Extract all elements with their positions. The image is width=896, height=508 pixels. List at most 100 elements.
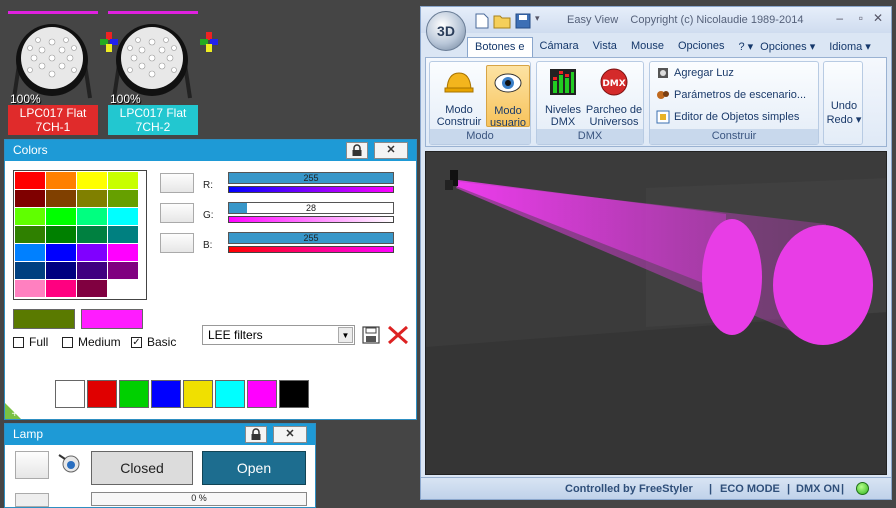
editor-objetos-button[interactable]: Editor de Objetos simples [656,110,799,124]
color-swatch[interactable] [15,190,45,207]
basic-color-swatch[interactable] [183,380,213,408]
lamp-button[interactable] [15,451,49,479]
tab-botones[interactable]: Botones e [467,37,533,57]
medium-checkbox[interactable]: Medium [62,335,121,349]
color-swatch[interactable] [46,172,76,189]
color-swatch[interactable] [46,190,76,207]
filter-select-value: LEE filters [208,328,263,342]
modo-usuario-button[interactable]: Modo usuario [486,65,530,129]
qat-dropdown-icon[interactable]: ▾ [535,13,545,29]
lamp-closed-button[interactable]: Closed [91,451,193,485]
new-file-icon[interactable] [475,13,489,29]
color-swatch[interactable] [108,226,138,243]
color-swatch[interactable] [108,172,138,189]
color-swatch[interactable] [77,280,107,297]
lamp-open-button[interactable]: Open [202,451,306,485]
color-swatch[interactable] [15,244,45,261]
window-title: Easy View Copyright (c) Nicolaudie 1989-… [567,14,803,26]
svg-text:DMX: DMX [602,79,625,89]
basic-color-swatch[interactable] [215,380,245,408]
niveles-dmx-button[interactable]: Niveles DMX [541,65,585,128]
color-swatch[interactable] [15,208,45,225]
redo-button[interactable]: Redo ▾ [824,113,864,126]
maximize-button[interactable]: ▫ [859,11,863,25]
tab-help[interactable]: ? ▾ [731,37,753,57]
group-label: DMX [537,129,643,144]
group-modo: Modo Construir Modo usuario Modo [429,61,531,145]
color-swatch[interactable] [46,208,76,225]
open-folder-icon[interactable] [493,13,511,29]
color-swatch[interactable] [46,226,76,243]
save-icon[interactable] [362,326,380,344]
blue-slider[interactable]: 255 [228,232,394,244]
color-swatch[interactable] [108,208,138,225]
color-swatch[interactable] [108,262,138,279]
color-swatch[interactable] [108,280,138,297]
basic-color-swatch[interactable] [151,380,181,408]
tab-camara[interactable]: Cámara [533,37,586,57]
red-channel-button[interactable] [160,173,194,193]
basic-color-swatch[interactable] [279,380,309,408]
status-controller: Controlled by FreeStyler [565,483,693,495]
filter-select[interactable]: LEE filters ▼ [202,325,355,345]
light-spot-2 [773,225,873,345]
tab-idioma[interactable]: Idioma ▾ [822,37,878,57]
current-color-swatch[interactable] [13,309,75,329]
minimize-button[interactable]: – [836,11,843,25]
lamp-secondary-button[interactable] [15,493,49,507]
basic-color-swatch[interactable] [119,380,149,408]
tab-opciones-menu[interactable]: Opciones ▾ [753,37,822,57]
color-swatch[interactable] [15,280,45,297]
basic-color-swatch[interactable] [55,380,85,408]
color-swatch[interactable] [108,244,138,261]
3d-viewport[interactable] [425,151,887,475]
close-window-button[interactable]: ✕ [873,11,883,25]
color-swatch[interactable] [77,208,107,225]
color-swatch[interactable] [15,262,45,279]
save-icon[interactable] [515,13,531,29]
close-button[interactable]: ✕ [273,426,307,443]
basic-color-swatch[interactable] [247,380,277,408]
tab-opciones[interactable]: Opciones [671,37,731,57]
color-swatch[interactable] [46,280,76,297]
parcheo-universos-button[interactable]: DMX Parcheo de Universos [585,65,643,128]
red-gradient [228,186,394,193]
green-channel-button[interactable] [160,203,194,223]
modo-construir-button[interactable]: Modo Construir [434,65,484,128]
dropdown-arrow-icon[interactable]: ▼ [338,327,353,343]
color-swatch[interactable] [15,226,45,243]
add-color-icon[interactable]: + [5,399,25,419]
red-label: R: [203,180,213,191]
undo-button[interactable]: Undo [824,100,864,112]
delete-icon[interactable] [387,325,409,345]
status-eco-mode: ECO MODE [720,483,780,495]
color-swatch[interactable] [15,172,45,189]
close-button[interactable]: ✕ [374,142,408,159]
red-slider[interactable]: 255 [228,172,394,184]
selected-color-swatch[interactable] [81,309,143,329]
green-slider[interactable]: 28 [228,202,394,214]
colors-panel: Colors ✕ R: 255 G: 28 B: 255 Full Medium… [4,139,417,420]
color-swatch[interactable] [108,190,138,207]
lamp-bulb-icon [58,454,80,473]
color-swatch[interactable] [46,244,76,261]
lock-button[interactable] [346,142,368,159]
basic-checkbox[interactable]: ✓ Basic [131,335,176,349]
color-swatch[interactable] [77,190,107,207]
parametros-escenario-button[interactable]: Parámetros de escenario... [656,88,806,102]
lock-button[interactable] [245,426,267,443]
agregar-luz-button[interactable]: Agregar Luz [656,66,734,80]
color-swatch[interactable] [77,226,107,243]
color-swatch[interactable] [77,244,107,261]
blue-channel-button[interactable] [160,233,194,253]
color-swatch[interactable] [77,172,107,189]
idioma-label: Idioma [829,41,863,53]
color-swatch[interactable] [46,262,76,279]
full-checkbox[interactable]: Full [13,335,48,349]
app-orb-button[interactable]: 3D [426,11,466,51]
color-swatch[interactable] [77,262,107,279]
fixture-intensity: 100% [10,92,41,106]
basic-color-swatch[interactable] [87,380,117,408]
tab-vista[interactable]: Vista [586,37,624,57]
tab-mouse[interactable]: Mouse [624,37,671,57]
